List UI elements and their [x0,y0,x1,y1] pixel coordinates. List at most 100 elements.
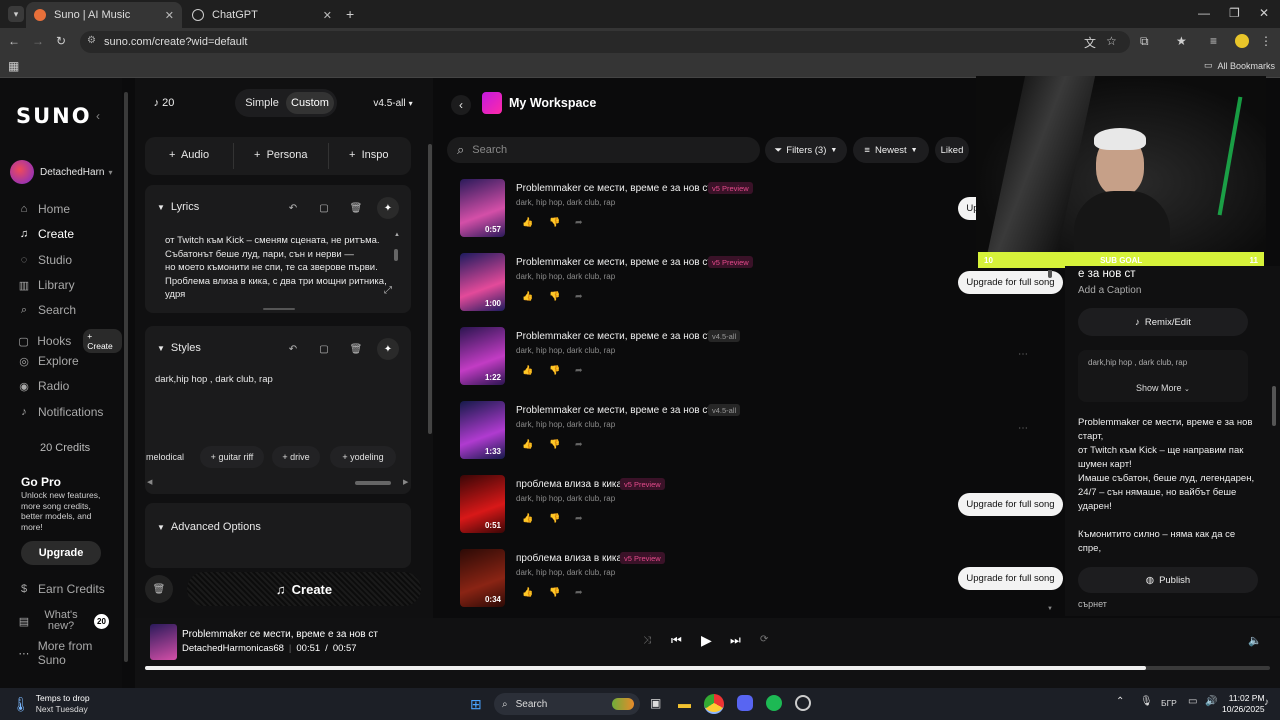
back-icon[interactable]: ← [8,34,20,48]
sidebar-item-search[interactable]: ⌕ Search [18,303,76,317]
mode-custom-tab[interactable]: Custom [286,92,334,114]
chips-scrollbar[interactable]: ◀ ▶ [145,478,411,488]
copy-icon[interactable]: ▢ [313,197,335,219]
song-row[interactable]: 1:00 Problemmaker се мести, време е за но… [460,253,1063,323]
whats-new-link[interactable]: ▤ What's new? 20 [18,610,109,632]
style-chip[interactable]: + yodeling [330,446,396,468]
more-options-icon[interactable]: ⋯ [1018,423,1028,434]
back-icon[interactable]: ‹ [451,95,471,115]
song-cover-art[interactable]: 1:33 [460,401,505,459]
tray-chevron-icon[interactable]: ⌃ [1116,696,1124,707]
song-row[interactable]: 0:51 проблема влиза в кика v5 Preview dark,… [460,475,1063,545]
add-caption-link[interactable]: Add a Caption [1078,285,1141,296]
suno-logo[interactable]: SUNO [16,104,92,128]
discord-icon[interactable] [737,695,753,711]
network-icon[interactable]: ▭ [1188,696,1197,707]
close-window-icon[interactable]: ✕ [1259,6,1269,20]
like-icon[interactable]: 👍 [522,439,533,450]
media-icon[interactable]: ≡ [1210,34,1217,48]
credits-count[interactable]: 20 Credits [40,442,90,454]
undo-icon[interactable]: ↶ [282,197,304,219]
windows-start-icon[interactable]: ⊞ [470,696,482,713]
magic-wand-icon[interactable]: ✦ [377,197,399,219]
reload-icon[interactable]: ↻ [56,34,66,48]
song-title[interactable]: Problemmaker се мести, време е за нов ст [516,405,712,416]
minimize-icon[interactable]: — [1198,6,1210,20]
song-row[interactable]: 1:33 Problemmaker се мести, време е за но… [460,401,1060,471]
advanced-options-header[interactable]: ▼ Advanced Options [157,521,261,533]
translate-icon[interactable]: 文 [1084,34,1096,51]
like-icon[interactable]: 👍 [522,291,533,302]
song-title[interactable]: проблема влиза в кика [516,479,622,490]
song-title[interactable]: Problemmaker се мести, време е за нов ст [516,257,712,268]
dislike-icon[interactable]: 👎 [549,217,560,228]
show-more-button[interactable]: Show More ⌄ [1136,383,1190,393]
clock[interactable]: 11:02 PM 10/26/2025 [1222,693,1265,715]
like-icon[interactable]: 👍 [522,217,533,228]
file-explorer-icon[interactable]: ▬ [678,696,691,711]
lyrics-scrollbar[interactable]: ▲ [392,232,400,272]
remix-edit-button[interactable]: ♪ Remix/Edit [1078,308,1248,336]
spotify-icon[interactable] [766,695,782,711]
url-field[interactable]: ⚙ suno.com/create?wid=default [80,31,1130,53]
menu-kebab-icon[interactable]: ⋮ [1260,34,1272,48]
user-profile[interactable]: DetachedHarn ▾ [10,160,113,184]
volume-icon[interactable]: 🔈 [1248,634,1262,647]
song-list-scrollbar[interactable]: ▼ [1047,268,1053,618]
sidebar-item-explore[interactable]: ◎ Explore [18,354,79,368]
credits-button[interactable]: ♪ 20 [145,91,183,115]
share-icon[interactable]: ➦ [575,587,583,598]
weather-widget[interactable]: 🌡 Temps to drop Next Tuesday [12,693,90,715]
dislike-icon[interactable]: 👎 [549,587,560,598]
dislike-icon[interactable]: 👎 [549,439,560,450]
like-icon[interactable]: 👍 [522,365,533,376]
song-cover-art[interactable]: 0:51 [460,475,505,533]
search-input[interactable]: ⌕ Search [447,137,760,163]
song-row[interactable]: 0:57 Problemmaker се мести, време е за но… [460,179,1063,249]
collapse-sidebar-icon[interactable]: ‹ [96,109,100,123]
tab-chatgpt[interactable]: ChatGPT ✕ [184,2,340,28]
advanced-options-card[interactable]: ▼ Advanced Options [145,503,411,568]
song-cover-art[interactable]: 0:57 [460,179,505,237]
sidebar-item-library[interactable]: ▥ Library [18,278,75,292]
add-inspo-button[interactable]: + Inspo [349,149,388,161]
task-view-icon[interactable]: ▣ [650,696,661,710]
copy-icon[interactable]: ▢ [313,338,335,360]
share-icon[interactable]: ➦ [575,217,583,228]
maximize-icon[interactable]: ❐ [1229,6,1240,20]
lyrics-header[interactable]: ▼ Lyrics [157,201,199,213]
microphone-icon[interactable]: 🎙 [1140,696,1153,707]
progress-track[interactable] [145,666,1270,670]
style-chip[interactable]: melodical [143,446,187,468]
dislike-icon[interactable]: 👎 [549,291,560,302]
favorites-icon[interactable]: ★ [1176,34,1187,48]
apps-grid-icon[interactable]: ▦ [8,59,19,73]
sidebar-item-create[interactable]: ♫ Create [18,227,74,241]
song-row[interactable]: 0:34 проблема влиза в кика v5 Preview dark,… [460,549,1063,619]
sidebar-item-notifications[interactable]: ♪ Notifications [18,405,103,419]
share-icon[interactable]: ➦ [575,365,583,376]
add-persona-button[interactable]: + Persona [254,149,308,161]
taskbar-search[interactable]: ⌕ Search [494,693,640,715]
language-indicator[interactable]: БГР [1161,698,1177,708]
site-info-icon[interactable]: ⚙ [87,35,96,46]
share-icon[interactable]: ➦ [575,439,583,450]
next-track-icon[interactable]: ⏭ [730,633,741,648]
speaker-icon[interactable]: 🔊 [1205,696,1217,707]
create-button[interactable]: ♫ Create [187,572,421,606]
play-icon[interactable]: ▶ [701,632,712,649]
sidebar-item-hooks[interactable]: ▢ Hooks + Create [18,329,122,353]
style-chip[interactable]: + guitar riff [200,446,264,468]
player-artist[interactable]: DetachedHarmonicas68 [182,643,284,654]
notification-bell-icon[interactable]: ♪ [1264,697,1269,708]
sidebar-item-home[interactable]: ⌂ Home [18,202,70,216]
styles-input[interactable]: dark,hip hop , dark club, rap [155,374,273,385]
more-from-suno-link[interactable]: ⋯ More from Suno [18,639,122,667]
song-title[interactable]: проблема влиза в кика [516,553,622,564]
styles-header[interactable]: ▼ Styles [157,342,201,354]
sidebar-item-studio[interactable]: ◌ Studio [18,253,72,267]
song-cover-art[interactable]: 1:00 [460,253,505,311]
expand-icon[interactable]: ⤢ [377,279,399,301]
tab-search-icon[interactable]: ▾ [8,6,24,22]
dislike-icon[interactable]: 👎 [549,365,560,376]
